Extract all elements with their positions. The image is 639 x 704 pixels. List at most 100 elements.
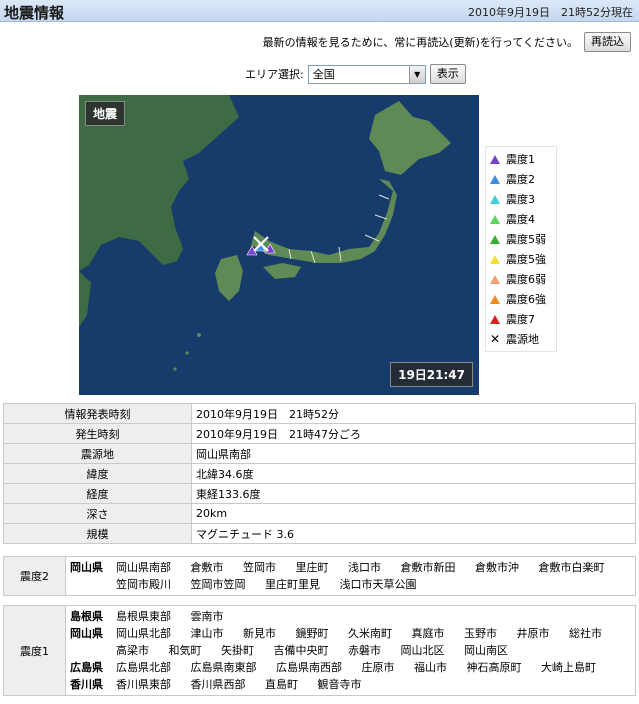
cross-icon: ✕ (490, 332, 501, 346)
info-key: 経度 (3, 483, 192, 504)
city: 広島県北部 (116, 661, 171, 674)
city: 和気町 (168, 644, 202, 657)
info-value: 20km (191, 503, 636, 524)
city: 矢掛町 (221, 644, 254, 657)
triangle-icon (490, 274, 500, 284)
city: 新見市 (243, 627, 276, 640)
city: 大崎上島町 (541, 661, 596, 674)
area-selector: エリア選択: 全国 ▼ 表示 (245, 64, 466, 84)
legend-label: 震源地 (506, 333, 539, 346)
area-select-value: 全国 (312, 67, 335, 81)
table-row: 情報発表時刻 2010年9月19日 21時52分 (3, 403, 636, 424)
info-key: 緯度 (3, 463, 192, 484)
reload-button[interactable]: 再読込 (584, 32, 631, 52)
city: 岡山北区 (400, 644, 445, 657)
legend-item: 震度5強 (490, 249, 552, 269)
city: 庄原市 (361, 661, 395, 674)
city: 高梁市 (116, 644, 149, 657)
city-list: 岡山県南部 倉敷市 笠岡市 里庄町 浅口市 倉敷市新田 倉敷市沖 倉敷市白楽町 … (116, 559, 631, 593)
legend-label: 震度3 (506, 193, 535, 206)
table-row: 経度 東経133.6度 (3, 483, 636, 504)
city: 倉敷市 (190, 561, 224, 574)
table-row: 震度2 岡山県 岡山県南部 倉敷市 笠岡市 里庄町 浅口市 倉敷市新田 倉敷市沖… (3, 556, 636, 596)
prefecture-row: 香川県 香川県東部 香川県西部 直島町 観音寺市 (70, 676, 631, 693)
legend-label: 震度2 (506, 173, 535, 186)
map-label: 地震 (85, 101, 126, 126)
city: 倉敷市新田 (400, 561, 456, 574)
shindo2-table: 震度2 岡山県 岡山県南部 倉敷市 笠岡市 里庄町 浅口市 倉敷市新田 倉敷市沖… (3, 556, 636, 596)
legend-item: 震度5弱 (490, 229, 552, 249)
info-value: マグニチュード 3.6 (191, 523, 636, 544)
city: 岡山県北部 (116, 627, 171, 640)
shindo-regions: 島根県 島根県東部 雲南市 岡山県 岡山県北部 津山市 新見市 鏡野町 久米南町… (65, 605, 636, 696)
city: 里庄町里見 (265, 578, 320, 591)
city: 倉敷市沖 (475, 561, 519, 574)
legend-item: 震度6強 (490, 289, 552, 309)
city: 総社市 (569, 627, 602, 640)
info-value: 東経133.6度 (191, 483, 636, 504)
city-list: 岡山県北部 津山市 新見市 鏡野町 久米南町 真庭市 玉野市 井原市 総社市 高… (116, 625, 631, 659)
earthquake-map: 地震 19日21:47 (79, 95, 479, 395)
legend-item: 震度3 (490, 189, 552, 209)
info-key: 震源地 (3, 443, 192, 464)
city: 広島県南東部 (190, 661, 257, 674)
city: 浅口市天草公園 (339, 578, 417, 591)
city: 島根県東部 (116, 610, 171, 623)
prefecture-name: 岡山県 (70, 627, 103, 640)
quake-info-table: 情報発表時刻 2010年9月19日 21時52分 発生時刻 2010年9月19日… (3, 403, 636, 544)
legend-item: 震度4 (490, 209, 552, 229)
title-bar: 地震情報 2010年9月19日 21時52分現在 (0, 0, 639, 22)
shindo-level: 震度2 (3, 556, 66, 596)
triangle-icon (490, 214, 500, 224)
legend-label: 震度7 (506, 313, 535, 326)
city: 直島町 (265, 678, 298, 691)
city: 福山市 (414, 661, 447, 674)
legend-label: 震度5弱 (506, 233, 546, 246)
prefecture-row: 岡山県 岡山県南部 倉敷市 笠岡市 里庄町 浅口市 倉敷市新田 倉敷市沖 倉敷市… (70, 559, 631, 593)
city: 香川県東部 (116, 678, 171, 691)
prefecture-name: 広島県 (70, 661, 103, 674)
city: 神石高原町 (466, 661, 522, 674)
area-select[interactable]: 全国 ▼ (307, 64, 426, 84)
show-button[interactable]: 表示 (429, 64, 466, 84)
shindo1-table: 震度1 島根県 島根県東部 雲南市 岡山県 岡山県北部 津山市 新見市 鏡野町 … (3, 605, 636, 696)
legend-label: 震度6強 (506, 293, 546, 306)
table-row: 発生時刻 2010年9月19日 21時47分ごろ (3, 423, 636, 444)
city: 吉備中央町 (273, 644, 329, 657)
city: 倉敷市白楽町 (538, 561, 605, 574)
info-value: 北緯34.6度 (191, 463, 636, 484)
city-list: 香川県東部 香川県西部 直島町 観音寺市 (116, 676, 378, 693)
info-key: 深さ (3, 503, 192, 524)
legend-item: 震度7 (490, 309, 552, 329)
city: 赤磐市 (348, 644, 381, 657)
reload-notice-text: 最新の情報を見るために、常に再読込(更新)を行ってください。 (262, 36, 578, 49)
city: 笠岡市殿川 (116, 578, 171, 591)
city: 岡山南区 (464, 644, 508, 657)
triangle-icon (490, 234, 500, 244)
japan-map-graphic (79, 95, 479, 395)
city: 雲南市 (190, 610, 224, 623)
shindo-level: 震度1 (3, 605, 66, 696)
triangle-icon (490, 254, 500, 264)
intensity-legend: 震度1 震度2 震度3 震度4 震度5弱 震度5強 震度6弱 震度6強 震度7 … (485, 146, 557, 352)
city: 玉野市 (464, 627, 497, 640)
legend-label: 震度5強 (506, 253, 546, 266)
prefecture-name: 岡山県 (70, 561, 103, 574)
city: 真庭市 (411, 627, 445, 640)
city: 香川県西部 (190, 678, 246, 691)
info-value: 岡山県南部 (191, 443, 636, 464)
city: 広島県南西部 (276, 661, 342, 674)
prefecture-name: 香川県 (70, 678, 103, 691)
legend-item: ✕ 震源地 (490, 329, 552, 349)
chevron-down-icon[interactable]: ▼ (408, 65, 425, 83)
prefecture-row: 島根県 島根県東部 雲南市 (70, 608, 631, 625)
triangle-icon (490, 154, 500, 164)
legend-label: 震度6弱 (506, 273, 546, 286)
reload-notice: 最新の情報を見るために、常に再読込(更新)を行ってください。 再読込 (263, 32, 631, 52)
table-row: 深さ 20km (3, 503, 636, 524)
triangle-icon (490, 314, 500, 324)
update-timestamp: 2010年9月19日 21時52分現在 (468, 6, 633, 19)
legend-item: 震度1 (490, 149, 552, 169)
shindo-regions: 岡山県 岡山県南部 倉敷市 笠岡市 里庄町 浅口市 倉敷市新田 倉敷市沖 倉敷市… (65, 556, 636, 596)
info-value: 2010年9月19日 21時47分ごろ (191, 423, 636, 444)
